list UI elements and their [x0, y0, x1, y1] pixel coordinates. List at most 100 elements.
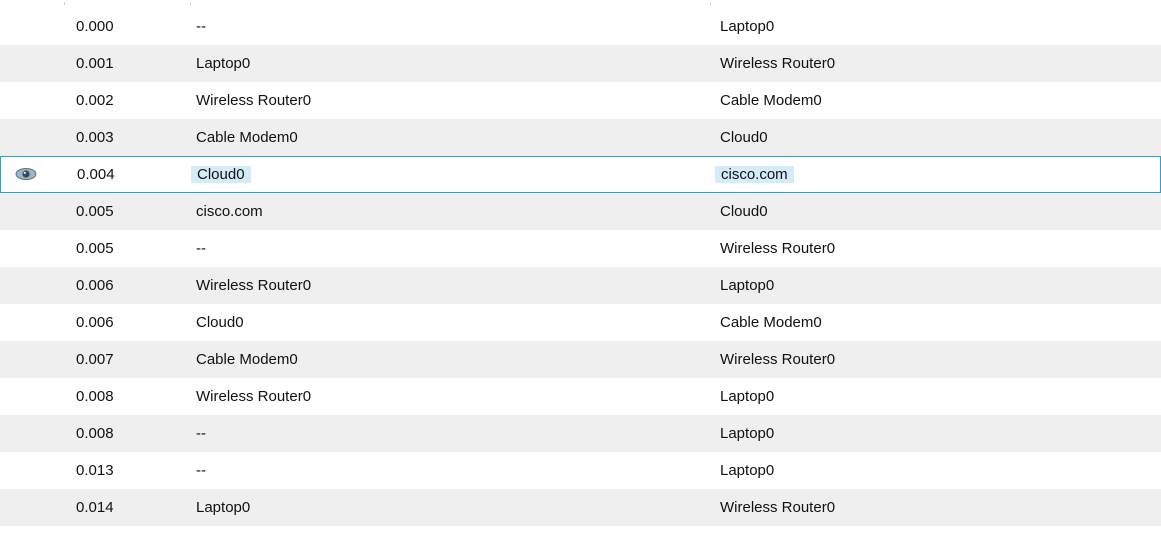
at-device-cell: Wireless Router0	[720, 45, 835, 82]
column-divider[interactable]	[710, 2, 711, 5]
time-value: 0.002	[76, 92, 114, 109]
at-device-cell: Wireless Router0	[720, 230, 835, 267]
table-row-selected[interactable]: 0.004 Cloud0 cisco.com	[0, 156, 1161, 193]
last-device-cell: cisco.com	[196, 193, 263, 230]
at-device-cell: Cable Modem0	[720, 82, 822, 119]
last-device-cell: --	[196, 452, 206, 489]
last-device-cell: Wireless Router0	[196, 378, 311, 415]
time-value: 0.001	[76, 55, 114, 72]
at-device: Wireless Router0	[720, 55, 836, 72]
table-row[interactable]: 0.005 cisco.com Cloud0	[0, 193, 1161, 230]
at-device-cell: Laptop0	[720, 8, 774, 45]
at-device: Wireless Router0	[720, 240, 836, 257]
last-device-cell: Laptop0	[196, 45, 250, 82]
column-divider[interactable]	[190, 2, 191, 5]
at-device: Laptop0	[720, 462, 775, 479]
time-value: 0.007	[76, 351, 114, 368]
row-icon-cell	[14, 489, 38, 526]
last-device-cell: Cable Modem0	[196, 341, 298, 378]
row-icon-cell	[14, 452, 38, 489]
at-device: Laptop0	[720, 18, 775, 35]
event-list: 0.000 -- Laptop0 0.001 Laptop0 Wireless Route…	[0, 0, 1161, 550]
at-device-cell: cisco.com	[715, 156, 794, 193]
time-value-cell: 0.005	[76, 193, 114, 230]
time-value-cell: 0.002	[76, 82, 114, 119]
time-value: 0.008	[76, 425, 114, 442]
last-device: Laptop0	[196, 55, 251, 72]
time-value-cell: 0.008	[76, 415, 114, 452]
time-value: 0.008	[76, 388, 114, 405]
row-icon-cell	[14, 341, 38, 378]
last-device: Wireless Router0	[196, 388, 312, 405]
time-value: 0.003	[76, 129, 114, 146]
column-divider[interactable]	[64, 2, 65, 5]
time-value: 0.006	[76, 277, 114, 294]
time-value: 0.006	[76, 314, 114, 331]
last-device: cisco.com	[196, 203, 263, 220]
time-value: 0.004	[77, 166, 115, 183]
last-device: Cable Modem0	[196, 351, 298, 368]
last-device-cell: --	[196, 8, 206, 45]
last-device: --	[196, 240, 206, 257]
last-device: --	[196, 462, 206, 479]
at-device: Cloud0	[720, 129, 768, 146]
table-row[interactable]: 0.014 Laptop0 Wireless Router0	[0, 489, 1161, 526]
row-icon-cell	[14, 378, 38, 415]
table-row[interactable]: 0.006 Wireless Router0 Laptop0	[0, 267, 1161, 304]
row-icon-cell	[14, 82, 38, 119]
last-device: Laptop0	[196, 499, 251, 516]
time-value: 0.000	[76, 18, 114, 35]
at-device-cell: Laptop0	[720, 415, 774, 452]
at-device-cell: Laptop0	[720, 378, 774, 415]
table-row[interactable]: 0.007 Cable Modem0 Wireless Router0	[0, 341, 1161, 378]
row-icon-cell	[14, 45, 38, 82]
last-device-cell: Cloud0	[191, 156, 251, 193]
at-device-cell: Wireless Router0	[720, 489, 835, 526]
at-device: Laptop0	[720, 425, 775, 442]
last-device: Cloud0	[191, 166, 251, 183]
time-value-cell: 0.006	[76, 267, 114, 304]
last-device-cell: Cable Modem0	[196, 119, 298, 156]
at-device: Laptop0	[720, 277, 775, 294]
at-device: cisco.com	[715, 166, 794, 183]
table-row[interactable]: 0.003 Cable Modem0 Cloud0	[0, 119, 1161, 156]
time-value-cell: 0.006	[76, 304, 114, 341]
last-device: --	[196, 18, 206, 35]
time-value-cell: 0.005	[76, 230, 114, 267]
table-row[interactable]: 0.005 -- Wireless Router0	[0, 230, 1161, 267]
time-value-cell: 0.007	[76, 341, 114, 378]
row-icon-cell	[15, 156, 39, 193]
last-device: --	[196, 425, 206, 442]
at-device-cell: Cable Modem0	[720, 304, 822, 341]
eye-icon	[15, 168, 37, 180]
at-device-cell: Cloud0	[720, 193, 768, 230]
last-device: Wireless Router0	[196, 277, 312, 294]
at-device: Wireless Router0	[720, 499, 836, 516]
at-device: Laptop0	[720, 388, 775, 405]
last-device-cell: Cloud0	[196, 304, 244, 341]
row-icon-cell	[14, 267, 38, 304]
at-device-cell: Cloud0	[720, 119, 768, 156]
at-device-cell: Laptop0	[720, 267, 774, 304]
table-row[interactable]: 0.006 Cloud0 Cable Modem0	[0, 304, 1161, 341]
at-device: Cable Modem0	[720, 92, 822, 109]
table-row[interactable]: 0.008 Wireless Router0 Laptop0	[0, 378, 1161, 415]
last-device-cell: Wireless Router0	[196, 267, 311, 304]
time-value-cell: 0.003	[76, 119, 114, 156]
last-device: Wireless Router0	[196, 92, 312, 109]
last-device: Cloud0	[196, 314, 244, 331]
last-device-cell: --	[196, 230, 206, 267]
row-icon-cell	[14, 8, 38, 45]
table-row[interactable]: 0.001 Laptop0 Wireless Router0	[0, 45, 1161, 82]
at-device-cell: Laptop0	[720, 452, 774, 489]
table-row[interactable]: 0.000 -- Laptop0	[0, 8, 1161, 45]
table-row[interactable]: 0.002 Wireless Router0 Cable Modem0	[0, 82, 1161, 119]
row-icon-cell	[14, 304, 38, 341]
time-value-cell: 0.000	[76, 8, 114, 45]
row-icon-cell	[14, 119, 38, 156]
row-icon-cell	[14, 230, 38, 267]
table-row[interactable]: 0.013 -- Laptop0	[0, 452, 1161, 489]
table-row[interactable]: 0.008 -- Laptop0	[0, 415, 1161, 452]
time-value: 0.014	[76, 499, 114, 516]
time-value-cell: 0.004	[77, 156, 115, 193]
